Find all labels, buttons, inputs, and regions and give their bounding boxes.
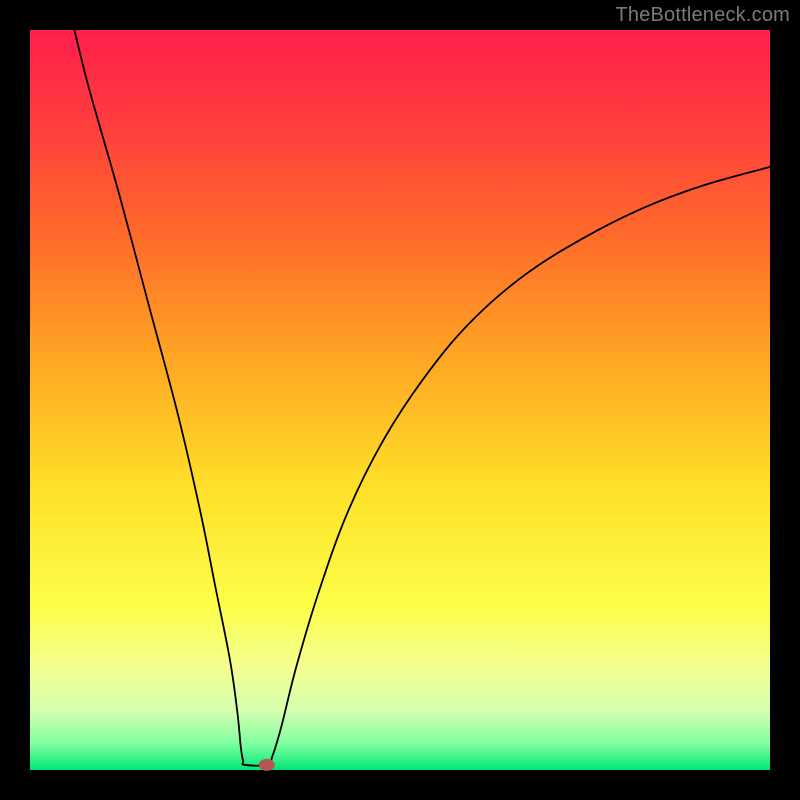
chart-frame: TheBottleneck.com <box>0 0 800 800</box>
current-point-marker <box>259 759 275 771</box>
plot-background <box>30 30 770 770</box>
bottleneck-chart <box>0 0 800 800</box>
